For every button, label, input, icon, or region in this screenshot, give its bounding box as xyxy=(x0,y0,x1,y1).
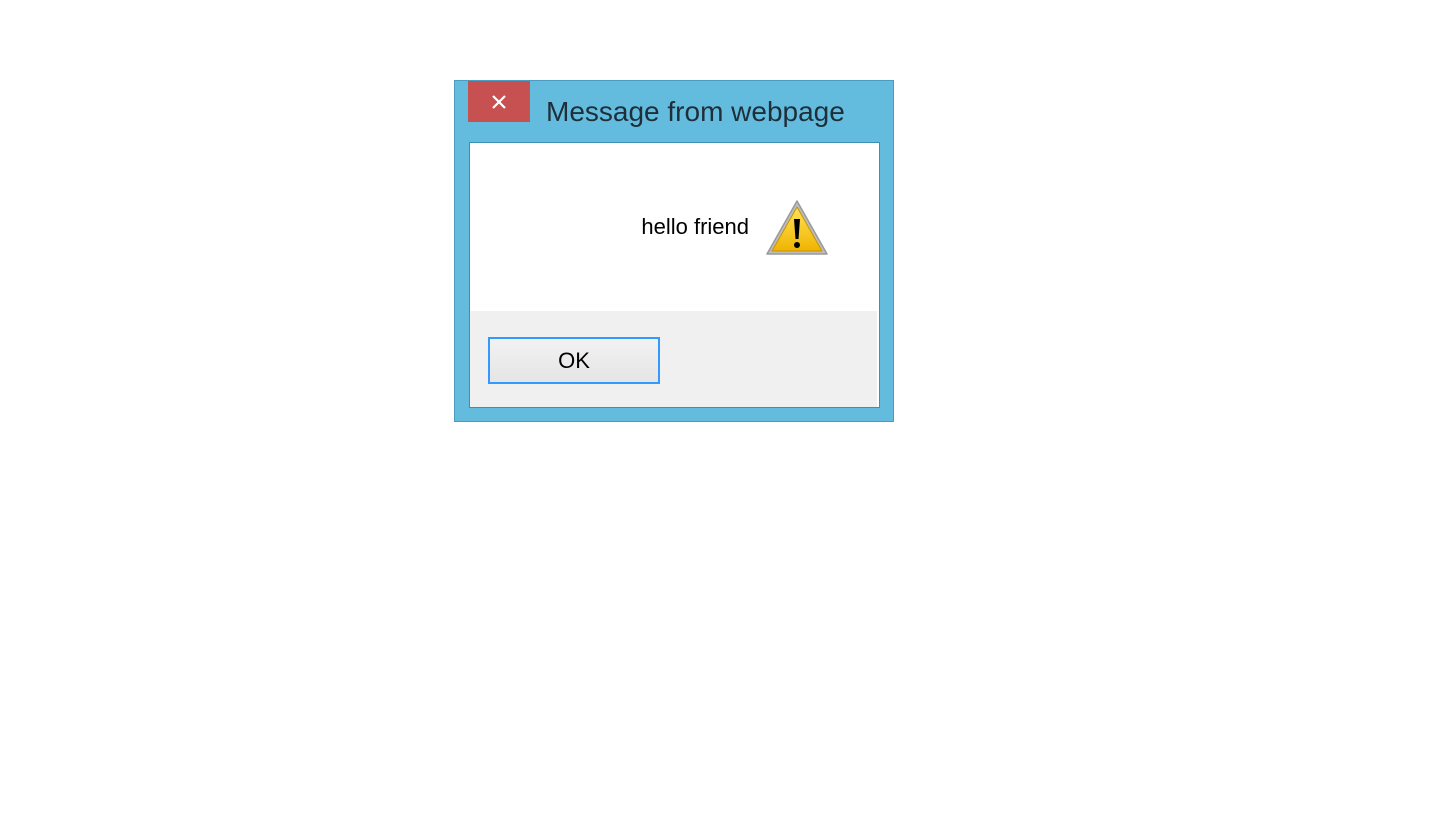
ok-button[interactable]: OK xyxy=(488,337,660,384)
alert-dialog: Message from webpage hello friend OK xyxy=(454,80,894,422)
message-area: hello friend xyxy=(470,143,879,311)
dialog-title: Message from webpage xyxy=(546,96,845,127)
close-button[interactable] xyxy=(468,81,530,122)
dialog-content: hello friend OK xyxy=(469,142,880,408)
close-icon xyxy=(492,94,506,109)
button-bar: OK xyxy=(470,311,877,407)
message-text: hello friend xyxy=(641,214,749,239)
warning-icon xyxy=(766,200,828,255)
